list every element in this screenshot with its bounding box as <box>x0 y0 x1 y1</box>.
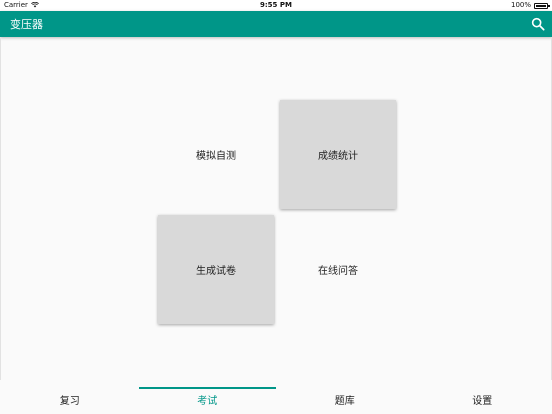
tab-exam[interactable]: 考试 <box>139 380 277 414</box>
tab-label: 题库 <box>334 396 355 407</box>
tab-settings[interactable]: 设置 <box>414 380 552 414</box>
tile-score-statistics[interactable]: 成绩统计 <box>280 100 396 209</box>
tab-label: 设置 <box>472 396 493 407</box>
tile-label: 在线问答 <box>318 266 358 277</box>
status-bar-right: 100% <box>510 1 550 9</box>
tile-label: 成绩统计 <box>318 151 358 162</box>
tab-review[interactable]: 复习 <box>1 380 139 414</box>
search-icon[interactable] <box>530 16 546 32</box>
app-title: 变压器 <box>10 18 43 31</box>
tile-label: 生成试卷 <box>196 266 236 277</box>
status-time: 9:55 PM <box>260 1 292 9</box>
tab-question-bank[interactable]: 题库 <box>276 380 414 414</box>
app-bar: 变压器 <box>0 11 552 37</box>
main-content: 模拟自测 成绩统计 生成试卷 在线问答 <box>0 37 552 380</box>
tile-online-qa[interactable]: 在线问答 <box>280 215 396 324</box>
tile-label: 模拟自测 <box>196 151 236 162</box>
tab-label: 复习 <box>59 396 80 407</box>
bottom-tab-bar: 复习 考试 题库 设置 <box>0 380 552 414</box>
tile-generate-paper[interactable]: 生成试卷 <box>158 215 274 324</box>
battery-icon <box>534 2 550 9</box>
status-bar: Carrier 9:55 PM 100% <box>0 0 552 11</box>
tile-mock-self-test[interactable]: 模拟自测 <box>158 100 274 209</box>
tab-label: 考试 <box>197 396 218 407</box>
battery-percent: 100% <box>510 1 531 9</box>
